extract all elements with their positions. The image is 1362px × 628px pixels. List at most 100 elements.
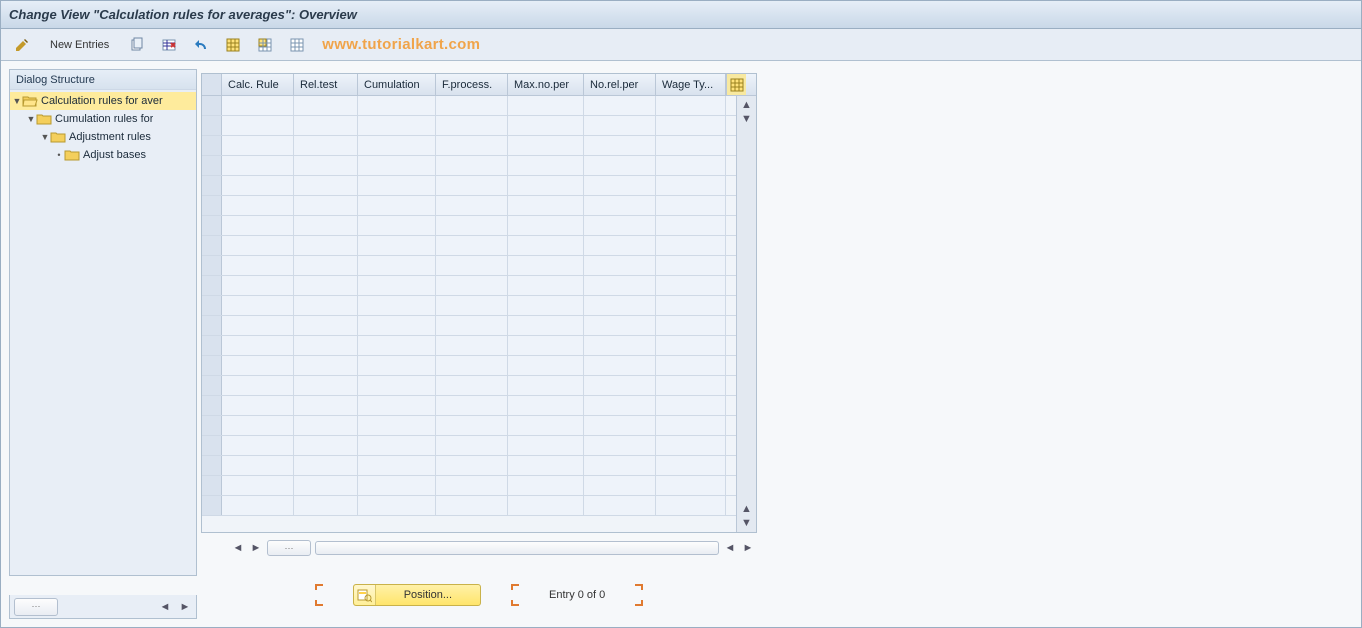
cell[interactable] <box>584 316 656 335</box>
hscroll-left-step[interactable]: ◄ <box>723 541 737 555</box>
row-selector[interactable] <box>202 256 222 275</box>
cell[interactable] <box>436 236 508 255</box>
column-header[interactable]: Calc. Rule <box>222 74 294 95</box>
cell[interactable] <box>222 256 294 275</box>
cell[interactable] <box>508 456 584 475</box>
table-row[interactable] <box>202 316 736 336</box>
table-row[interactable] <box>202 116 736 136</box>
cell[interactable] <box>584 176 656 195</box>
cell[interactable] <box>584 136 656 155</box>
cell[interactable] <box>508 256 584 275</box>
cell[interactable] <box>222 496 294 515</box>
table-row[interactable] <box>202 196 736 216</box>
cell[interactable] <box>656 476 726 495</box>
cell[interactable] <box>222 316 294 335</box>
cell[interactable] <box>358 216 436 235</box>
cell[interactable] <box>294 436 358 455</box>
cell[interactable] <box>294 396 358 415</box>
column-header[interactable]: Wage Ty... <box>656 74 726 95</box>
cell[interactable] <box>436 176 508 195</box>
cell[interactable] <box>222 216 294 235</box>
tree-node[interactable]: ▼Adjustment rules <box>10 128 196 146</box>
scroll-down-icon[interactable]: ▼ <box>740 516 754 530</box>
cell[interactable] <box>294 376 358 395</box>
table-row[interactable] <box>202 256 736 276</box>
cell[interactable] <box>584 276 656 295</box>
row-selector[interactable] <box>202 416 222 435</box>
cell[interactable] <box>584 256 656 275</box>
cell[interactable] <box>222 416 294 435</box>
cell[interactable] <box>436 336 508 355</box>
delete-button[interactable] <box>156 34 182 56</box>
cell[interactable] <box>436 476 508 495</box>
row-selector[interactable] <box>202 316 222 335</box>
grid-config-button[interactable] <box>726 74 746 95</box>
tree-node[interactable]: •Adjust bases <box>10 146 196 164</box>
cell[interactable] <box>584 356 656 375</box>
cell[interactable] <box>656 356 726 375</box>
column-header[interactable]: Max.no.per <box>508 74 584 95</box>
scroll-down-small-icon[interactable]: ▼ <box>740 112 754 126</box>
cell[interactable] <box>358 136 436 155</box>
row-selector[interactable] <box>202 236 222 255</box>
cell[interactable] <box>436 196 508 215</box>
cell[interactable] <box>358 256 436 275</box>
cell[interactable] <box>656 96 726 115</box>
cell[interactable] <box>294 236 358 255</box>
cell[interactable] <box>436 396 508 415</box>
cell[interactable] <box>436 496 508 515</box>
table-row[interactable] <box>202 156 736 176</box>
cell[interactable] <box>222 156 294 175</box>
cell[interactable] <box>508 236 584 255</box>
table-row[interactable] <box>202 176 736 196</box>
cell[interactable] <box>294 256 358 275</box>
row-selector[interactable] <box>202 436 222 455</box>
cell[interactable] <box>358 336 436 355</box>
cell[interactable] <box>358 276 436 295</box>
cell[interactable] <box>656 376 726 395</box>
cell[interactable] <box>508 436 584 455</box>
cell[interactable] <box>294 156 358 175</box>
row-selector[interactable] <box>202 116 222 135</box>
new-entries-button[interactable]: New Entries <box>41 34 118 56</box>
cell[interactable] <box>584 416 656 435</box>
table-row[interactable] <box>202 416 736 436</box>
cell[interactable] <box>656 276 726 295</box>
cell[interactable] <box>508 116 584 135</box>
cell[interactable] <box>294 476 358 495</box>
cell[interactable] <box>656 296 726 315</box>
table-row[interactable] <box>202 236 736 256</box>
cell[interactable] <box>358 316 436 335</box>
row-selector[interactable] <box>202 376 222 395</box>
cell[interactable] <box>294 176 358 195</box>
hscroll-right[interactable]: ► <box>741 541 755 555</box>
table-row[interactable] <box>202 496 736 516</box>
cell[interactable] <box>584 396 656 415</box>
cell[interactable] <box>656 116 726 135</box>
sidebar-more-button[interactable]: ⋯ <box>14 598 58 616</box>
select-all-button[interactable] <box>220 34 246 56</box>
cell[interactable] <box>358 496 436 515</box>
cell[interactable] <box>436 276 508 295</box>
cell[interactable] <box>358 116 436 135</box>
undo-button[interactable] <box>188 34 214 56</box>
table-row[interactable] <box>202 276 736 296</box>
cell[interactable] <box>584 336 656 355</box>
cell[interactable] <box>294 296 358 315</box>
cell[interactable] <box>294 316 358 335</box>
cell[interactable] <box>656 216 726 235</box>
cell[interactable] <box>508 176 584 195</box>
sidebar-scroll-left[interactable]: ◄ <box>158 600 172 614</box>
cell[interactable] <box>294 456 358 475</box>
grid-vertical-scroll[interactable]: ▲ ▼ ▲ ▼ <box>736 96 756 532</box>
hscroll-thumb-left[interactable]: ⋯ <box>267 540 311 556</box>
scroll-up-icon[interactable]: ▲ <box>740 98 754 112</box>
sidebar-scroll-right[interactable]: ► <box>178 600 192 614</box>
toggle-view-button[interactable] <box>9 34 35 56</box>
row-selector[interactable] <box>202 496 222 515</box>
deselect-all-button[interactable] <box>284 34 310 56</box>
cell[interactable] <box>222 476 294 495</box>
column-header[interactable]: Rel.test <box>294 74 358 95</box>
position-button[interactable]: Position... <box>353 584 481 606</box>
cell[interactable] <box>294 136 358 155</box>
